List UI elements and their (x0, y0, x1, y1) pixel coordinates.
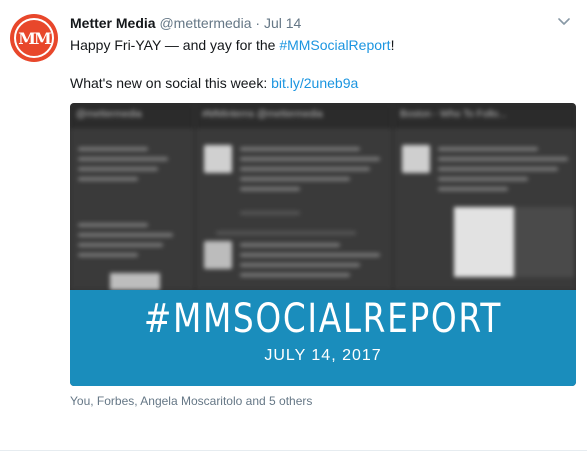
media-card[interactable]: @mettermedia #MMinterns @mettermedia Bos… (70, 103, 576, 386)
url-link[interactable]: bit.ly/2uneb9a (271, 75, 358, 91)
column-header: @mettermedia (70, 103, 194, 128)
column-1: @mettermedia (70, 103, 194, 290)
blurred-screenshot: @mettermedia #MMinterns @mettermedia Bos… (70, 103, 576, 290)
chevron-down-icon[interactable] (558, 16, 570, 28)
separator-dot: · (255, 15, 261, 31)
tweet[interactable]: MM Metter Media @mettermedia · Jul 14 Ha… (0, 0, 587, 451)
liked-by-text[interactable]: You, Forbes, Angela Moscaritolo and 5 ot… (70, 394, 312, 408)
tweet-line-2: What's new on social this week: bit.ly/2… (70, 74, 575, 93)
tweet-header: Metter Media @mettermedia · Jul 14 (70, 14, 301, 32)
column-3: Boston - Who To Follo... (394, 103, 576, 290)
tweet-text-segment: Happy Fri-YAY — and yay for the (70, 37, 280, 53)
column-header: #MMinterns @mettermedia (196, 103, 392, 128)
report-banner: #MMSOCIALREPORT JULY 14, 2017 (70, 290, 576, 386)
hashtag-link[interactable]: #MMSocialReport (279, 37, 390, 53)
banner-date: JULY 14, 2017 (264, 347, 382, 364)
author-handle[interactable]: @mettermedia (159, 15, 251, 31)
column-header: Boston - Who To Follo... (394, 103, 576, 128)
banner-hashtag: #MMSOCIALREPORT (143, 296, 503, 342)
tweet-text-segment-end: ! (390, 37, 395, 53)
avatar[interactable]: MM (10, 14, 58, 62)
tweet-text-segment: What's new on social this week: (70, 75, 272, 91)
avatar-logo: MM (14, 18, 54, 58)
tweet-text: Happy Fri-YAY — and yay for the #MMSocia… (70, 36, 575, 93)
tweet-line-1: Happy Fri-YAY — and yay for the #MMSocia… (70, 36, 575, 55)
author-name[interactable]: Metter Media (70, 15, 156, 31)
tweet-timestamp[interactable]: Jul 14 (264, 15, 301, 31)
column-2: #MMinterns @mettermedia (196, 103, 392, 290)
avatar-text: MM (18, 28, 51, 48)
